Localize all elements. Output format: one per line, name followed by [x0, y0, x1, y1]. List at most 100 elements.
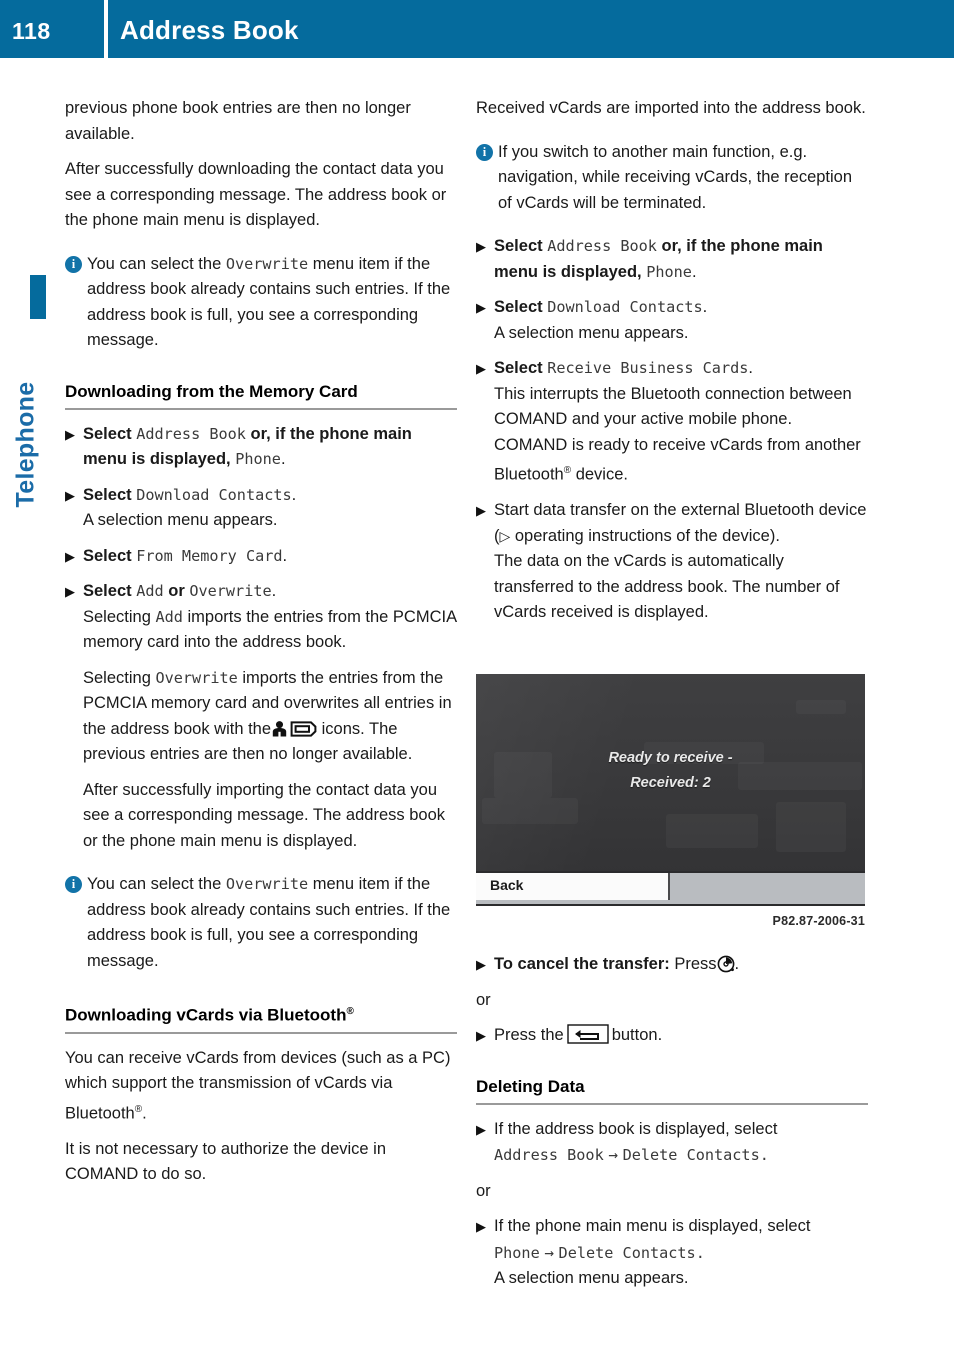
registered-mark: ® [346, 1006, 354, 1017]
memory-card-icon [290, 720, 317, 737]
triangle-right-icon: ▶ [65, 426, 75, 442]
info-icon: i [65, 255, 82, 273]
info-icon: i [476, 143, 493, 161]
step-lead: Select [83, 485, 132, 504]
page-number: 118 [12, 18, 51, 44]
step-lead: Select [83, 424, 132, 443]
menu-item-address-book: Address Book [547, 237, 657, 255]
press-back-text-1: Press the [494, 1026, 564, 1044]
step-add-or-overwrite: ▶ Select Add or Overwrite. [65, 579, 457, 605]
step-lead: Select [494, 298, 543, 316]
right-column: Received vCards are imported into the ad… [476, 96, 868, 626]
right-column-lower: ▶ To cancel the transfer: Press . or ▶ P… [476, 952, 868, 1292]
step-tail: . [291, 485, 297, 504]
cancel-transfer-tail: . [734, 955, 740, 973]
heading-rule [476, 1102, 868, 1105]
selecting-overwrite-lead: Selecting [83, 668, 151, 687]
note-text-before: You can select the [87, 875, 222, 893]
note-overwrite-2: i You can select the Overwrite menu item… [65, 872, 457, 974]
paragraph-after-import: After successfully importing the contact… [83, 780, 446, 850]
step-lead: Select [83, 546, 132, 565]
registered-mark: ® [134, 1103, 143, 1115]
cancel-transfer-text: Press [674, 955, 717, 973]
step-receive-business-cards: ▶ Select Receive Business Cards. [476, 356, 868, 382]
menu-item-delete-contacts: Delete Contacts [558, 1243, 696, 1262]
menu-item-phone: Phone [235, 450, 281, 468]
triangle-right-icon: ▶ [65, 487, 75, 503]
menu-item-overwrite: Overwrite [225, 875, 309, 893]
sub-text-1: This interrupts the Bluetooth connection… [494, 384, 861, 484]
triangle-right-icon: ▶ [476, 300, 486, 315]
screenshot-back-label: Back [490, 877, 524, 893]
menu-item-from-memory-card: From Memory Card [136, 546, 283, 565]
step-tail: . [271, 582, 277, 600]
left-column: previous phone book entries are then no … [65, 96, 457, 1188]
menu-item-overwrite: Overwrite [155, 668, 238, 687]
step-tail: . [702, 298, 708, 316]
step-lead: Select [83, 582, 132, 600]
comand-controller-knob-icon [717, 955, 735, 973]
heading-downloading-memory-card: Downloading from the Memory Card [65, 381, 358, 401]
menu-item-add: Add [136, 582, 164, 600]
screenshot-caption: P82.87-2006-31 [772, 914, 865, 928]
note-text: If you switch to another main function, … [498, 142, 853, 212]
step-tail: . [280, 450, 286, 468]
sub-text-2: device. [575, 465, 628, 484]
step-download-contacts: ▶ Select Download Contacts. [65, 483, 457, 509]
screenshot-message-line-1: Ready to receive - [608, 750, 733, 766]
paragraph-continuation: previous phone book entries are then no … [65, 99, 411, 143]
chapter-tab-label: Telephone [11, 381, 40, 508]
triangle-right-icon: ▶ [476, 1028, 486, 1043]
heading-rule [65, 407, 457, 410]
ghost-shape [482, 798, 578, 824]
triangle-outline-reference-icon: ▷ [499, 527, 511, 544]
ghost-shape [796, 700, 846, 714]
heading-text: Downloading vCards via Bluetooth [65, 1005, 347, 1025]
step-tail: . [748, 359, 753, 377]
selecting-add-lead: Selecting [83, 607, 151, 626]
header-divider [104, 0, 108, 58]
menu-item-overwrite: Overwrite [189, 582, 272, 600]
or-label-2: or [476, 1181, 491, 1200]
step-download-contacts-sub: A selection menu appears. [494, 323, 689, 342]
step-download-contacts: ▶ Select Download Contacts. [476, 295, 868, 321]
or-label: or [476, 990, 491, 1009]
paragraph-selecting-add: Selecting Add imports the entries from t… [65, 605, 457, 656]
screenshot-back-button[interactable]: Back [476, 873, 670, 900]
step-text: If the address book is displayed, select [494, 1119, 778, 1138]
start-transfer-text-2: operating instructions of the device). [514, 526, 780, 545]
step-select-address-book: ▶ Select Address Book or, if the phone m… [65, 422, 457, 473]
menu-item-address-book: Address Book [494, 1146, 604, 1164]
menu-arrow-icon: → [544, 1242, 554, 1262]
info-icon: i [65, 876, 82, 893]
step-lead: Select [494, 237, 543, 255]
menu-path-address-book-delete: Address Book → Delete Contacts. [476, 1142, 868, 1169]
menu-path-tail: . [759, 1146, 769, 1164]
page-title: Address Book [120, 15, 299, 45]
note-text-before: You can select the [87, 254, 222, 273]
triangle-right-icon: ▶ [476, 1121, 486, 1137]
cancel-transfer-lead: To cancel the transfer: [494, 955, 670, 973]
triangle-right-icon: ▶ [65, 548, 75, 564]
heading-downloading-vcards-bluetooth: Downloading vCards via Bluetooth® [65, 1000, 457, 1032]
triangle-right-icon: ▶ [476, 239, 486, 254]
triangle-right-icon: ▶ [476, 503, 486, 518]
receive-vcards-text-2: . [142, 1104, 147, 1123]
press-back-text-2: button. [611, 1026, 663, 1044]
step-press-back-button: ▶ Press the button. [476, 1023, 868, 1049]
step-tail: . [691, 262, 697, 281]
step-start-data-transfer: ▶ Start data transfer on the external Blu… [476, 498, 868, 549]
paragraph-no-authorize: It is not necessary to authorize the dev… [65, 1139, 387, 1184]
screenshot-message: Ready to receive - Received: 2 [476, 746, 865, 796]
step-address-book-delete-contacts: ▶ If the address book is displayed, sele… [476, 1117, 868, 1143]
menu-path-tail: . [695, 1243, 705, 1262]
triangle-right-icon: ▶ [476, 1219, 486, 1234]
step-mid: or [168, 582, 185, 600]
step-select-address-book: ▶ Select Address Book or, if the phone m… [476, 234, 868, 285]
note-switch-function: i If you switch to another main function… [476, 140, 868, 217]
paragraph-receive-vcards: You can receive vCards from devices (suc… [65, 1046, 457, 1127]
back-button-icon [567, 1024, 609, 1044]
step-receive-business-cards-sub: This interrupts the Bluetooth connection… [476, 382, 868, 489]
step-text: If the phone main menu is displayed, sel… [494, 1217, 811, 1235]
triangle-right-icon: ▶ [476, 361, 486, 376]
